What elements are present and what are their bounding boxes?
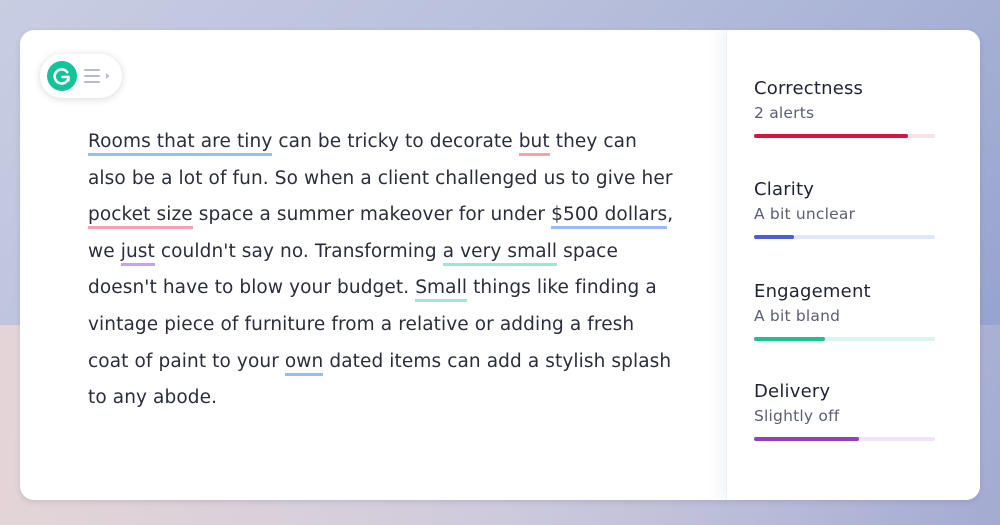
category-subtitle: Slightly off <box>754 407 840 425</box>
suggestion-blue[interactable]: Rooms that are tiny <box>88 131 273 156</box>
text-run: we <box>88 240 121 262</box>
text-editor[interactable]: Rooms that are tiny can be tricky to dec… <box>88 124 708 417</box>
text-line: we just couldn't say no. Transforming a … <box>88 234 708 271</box>
watermark-logo: 智东西 <box>866 456 959 491</box>
score-fill <box>754 437 859 441</box>
suggestion-blue[interactable]: $500 dollars <box>551 204 668 230</box>
assistant-sidebar: Correctness 2 alerts Clarity A bit uncle… <box>726 30 980 500</box>
category-clarity[interactable]: Clarity A bit unclear <box>754 178 935 239</box>
category-title: Correctness <box>754 78 864 99</box>
text-run: vintage piece of furniture from a relati… <box>88 313 635 335</box>
grammarly-logo-icon[interactable] <box>47 61 77 91</box>
category-subtitle: A bit unclear <box>754 205 856 223</box>
text-run: also be a lot of fun. So when a client c… <box>88 167 673 189</box>
suggestion-purple[interactable]: just <box>120 240 155 266</box>
score-fill <box>754 134 908 138</box>
suggestion-green[interactable]: a very small <box>442 240 558 266</box>
score-fill <box>754 337 825 341</box>
text-line: vintage piece of furniture from a relati… <box>88 307 708 344</box>
grammarly-widget[interactable] <box>40 54 122 98</box>
suggestion-red[interactable]: but <box>518 131 550 156</box>
text-run: they can <box>549 131 637 152</box>
editor-card: Rooms that are tiny can be tricky to dec… <box>20 30 980 500</box>
category-engagement[interactable]: Engagement A bit bland <box>754 280 935 341</box>
text-run: dated items can add a stylish splash <box>323 350 672 372</box>
score-fill <box>754 235 794 239</box>
category-title: Delivery <box>754 381 831 402</box>
text-line: also be a lot of fun. So when a client c… <box>88 161 708 198</box>
score-track <box>754 235 935 239</box>
text-run: coat of paint to your <box>88 350 285 372</box>
category-correctness[interactable]: Correctness 2 alerts <box>754 77 935 138</box>
category-title: Engagement <box>754 281 871 302</box>
text-line: pocket size space a summer makeover for … <box>88 197 708 234</box>
category-subtitle: 2 alerts <box>754 104 815 122</box>
suggestion-red[interactable]: pocket size <box>88 204 193 230</box>
text-run: to any abode. <box>88 387 218 409</box>
category-delivery[interactable]: Delivery Slightly off <box>754 380 935 441</box>
text-line: Rooms that are tiny can be tricky to dec… <box>88 124 708 161</box>
suggestion-blue[interactable]: own <box>284 350 324 376</box>
score-track <box>754 134 935 138</box>
text-line: coat of paint to your own dated items ca… <box>88 344 708 381</box>
text-run: space <box>557 240 618 262</box>
text-run: doesn't have to blow your budget. <box>88 277 416 299</box>
text-run: things like finding a <box>467 277 657 299</box>
text-line: doesn't have to blow your budget. Small … <box>88 270 708 307</box>
text-run: space a summer makeover for under <box>192 204 552 226</box>
text-run: can be tricky to decorate <box>272 131 519 152</box>
text-line: to any abode. <box>88 380 708 417</box>
score-track <box>754 337 935 341</box>
text-run: couldn't say no. Transforming <box>154 240 443 262</box>
caret-right-icon <box>106 73 110 79</box>
hamburger-menu-icon[interactable] <box>84 68 114 84</box>
score-track <box>754 437 935 441</box>
category-subtitle: A bit bland <box>754 307 841 325</box>
category-title: Clarity <box>754 179 815 200</box>
text-run: , <box>667 204 674 226</box>
suggestion-green[interactable]: Small <box>415 277 468 303</box>
